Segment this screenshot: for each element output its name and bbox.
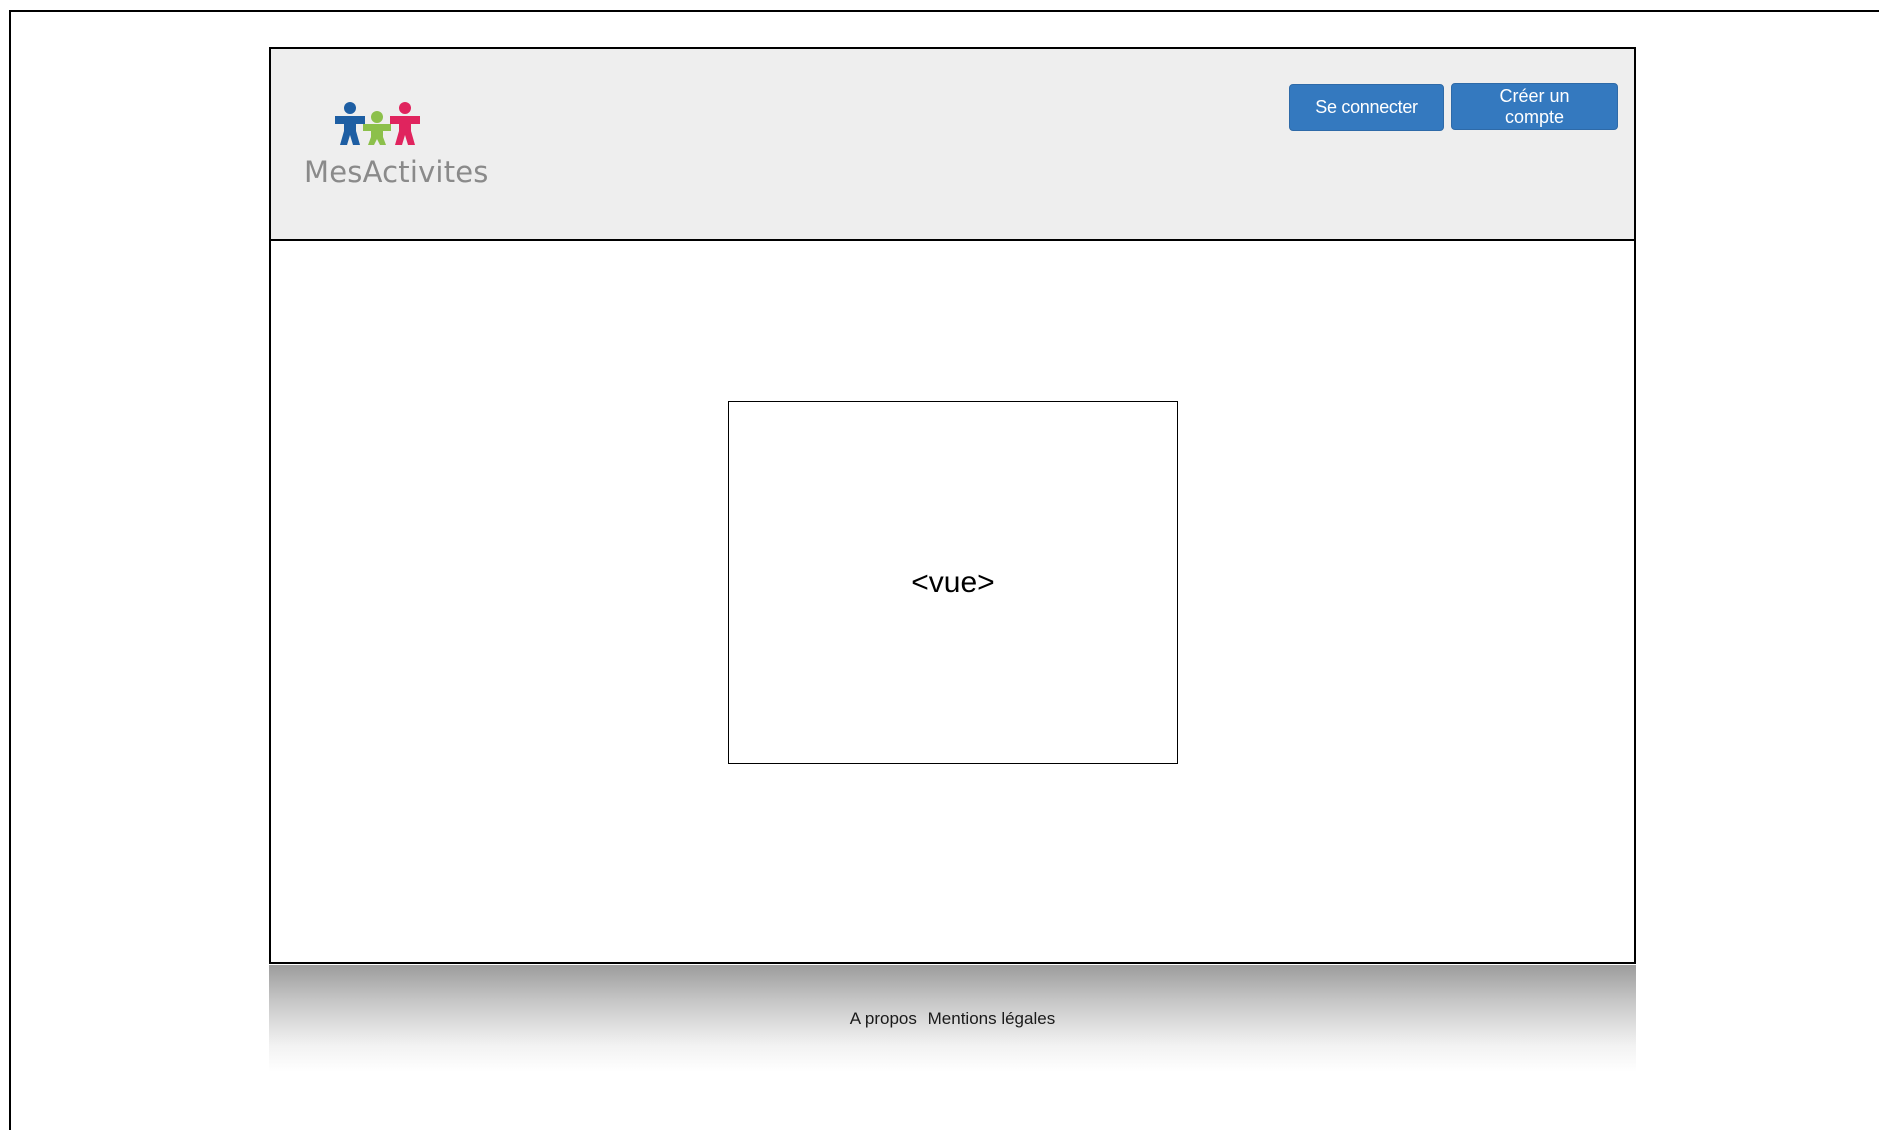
login-button[interactable]: Se connecter: [1289, 84, 1444, 131]
footer-links: A propos Mentions légales: [269, 1009, 1636, 1029]
footer: A propos Mentions légales: [269, 965, 1636, 1072]
logo-text: MesActivites: [304, 155, 489, 189]
three-puzzle-people-icon: [335, 102, 420, 145]
legal-notice-link[interactable]: Mentions légales: [928, 1009, 1056, 1028]
main-content: <vue>: [269, 241, 1636, 964]
app-mockup: MesActivites Se connecter Créer un compt…: [269, 47, 1636, 1072]
about-link[interactable]: A propos: [850, 1009, 917, 1028]
header: MesActivites Se connecter Créer un compt…: [269, 47, 1636, 243]
create-account-button[interactable]: Créer un compte: [1451, 83, 1618, 130]
logo[interactable]: MesActivites: [304, 101, 488, 193]
view-placeholder: <vue>: [728, 401, 1178, 764]
